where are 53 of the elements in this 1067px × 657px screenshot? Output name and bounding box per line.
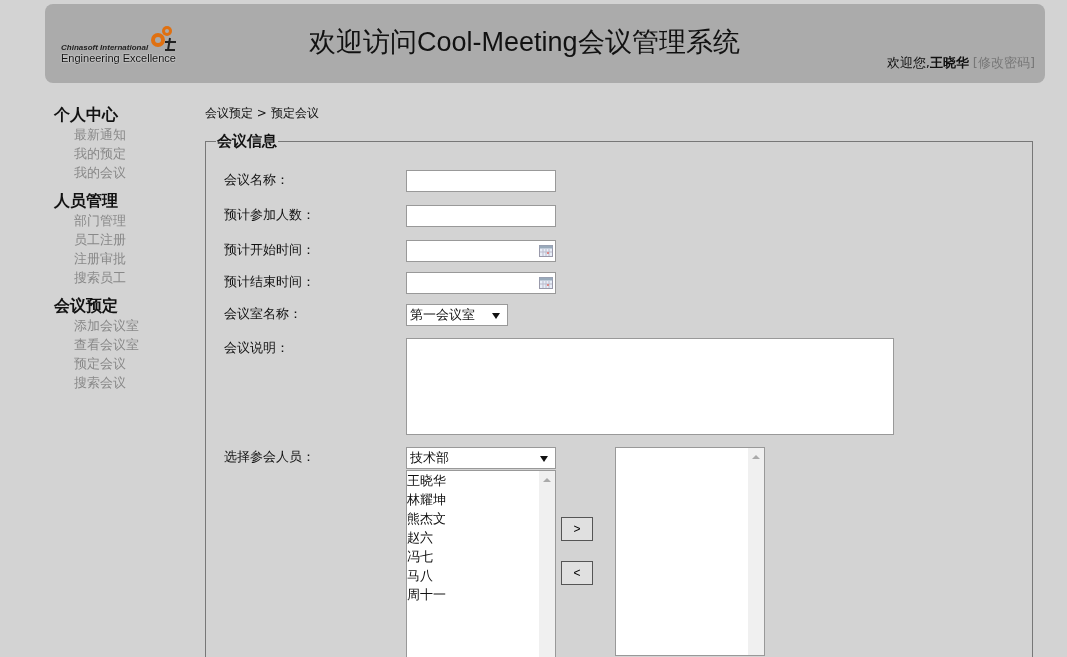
sidebar-heading: 会议预定 xyxy=(54,296,119,316)
field-label: 预计参加人数： xyxy=(224,206,316,224)
field-label: 会议室名称： xyxy=(224,305,303,323)
date-input[interactable] xyxy=(406,272,556,294)
field-label: 会议名称： xyxy=(224,171,290,189)
sidebar-link[interactable]: 注册审批 xyxy=(74,249,205,268)
calendar-icon[interactable] xyxy=(539,277,553,289)
scroll-up-icon[interactable] xyxy=(543,478,551,482)
calendar-icon[interactable] xyxy=(539,245,553,257)
sidebar-link[interactable]: 添加会议室 xyxy=(74,316,205,335)
room-select[interactable]: 第一会议室 xyxy=(406,304,508,326)
logo-text: Engineering Excellence xyxy=(61,51,177,64)
remove-button[interactable]: < xyxy=(561,561,593,585)
dropdown-arrow-icon xyxy=(540,456,548,462)
gear-logo-icon xyxy=(148,23,179,52)
sidebar-link[interactable]: 员工注册 xyxy=(74,230,205,249)
sidebar-heading: 人员管理 xyxy=(54,191,119,211)
user-name: 王晓华 xyxy=(929,55,969,70)
dropdown-arrow-icon xyxy=(492,313,500,319)
date-input[interactable] xyxy=(406,240,556,262)
employee-option[interactable]: 林耀坤 xyxy=(407,490,539,509)
sidebar-heading: 个人中心 xyxy=(54,105,119,125)
greeting-text: 欢迎您, xyxy=(886,55,930,70)
employee-option[interactable]: 周十一 xyxy=(407,585,539,604)
field-label: 选择参会人员： xyxy=(224,448,316,466)
scrollbar[interactable] xyxy=(748,448,764,655)
employee-option[interactable]: 王晓华 xyxy=(407,471,539,490)
scrollbar[interactable] xyxy=(539,471,555,657)
text-input[interactable] xyxy=(406,170,556,192)
sidebar-link[interactable]: 我的预定 xyxy=(74,144,205,163)
sidebar-link[interactable]: 搜索员工 xyxy=(74,268,205,287)
scroll-up-icon[interactable] xyxy=(752,455,760,459)
text-input[interactable] xyxy=(406,205,556,227)
employee-option[interactable]: 熊杰文 xyxy=(407,509,539,528)
employee-option[interactable]: 赵六 xyxy=(407,528,539,547)
sidebar-link[interactable]: 搜索会议 xyxy=(74,373,205,392)
breadcrumb: 会议预定 > 预定会议 xyxy=(205,105,320,121)
field-label: 预计结束时间： xyxy=(224,273,316,291)
logo-text: Chinasoft International xyxy=(61,42,149,52)
employee-option[interactable]: 冯七 xyxy=(407,547,539,566)
department-select[interactable]: 技术部 xyxy=(406,447,556,469)
description-textarea[interactable] xyxy=(406,338,894,435)
field-label: 预计开始时间： xyxy=(224,241,316,259)
sidebar-link[interactable]: 最新通知 xyxy=(74,125,205,144)
sidebar-link[interactable]: 部门管理 xyxy=(74,211,205,230)
sidebar-link[interactable]: 预定会议 xyxy=(74,354,205,373)
page-title: 欢迎访问Cool-Meeting会议管理系统 xyxy=(309,25,740,59)
employee-option[interactable]: 马八 xyxy=(407,566,539,585)
add-button[interactable]: > xyxy=(561,517,593,541)
field-label: 会议说明： xyxy=(224,339,290,357)
fieldset-legend: 会议信息 xyxy=(216,132,278,150)
sidebar-link[interactable]: 我的会议 xyxy=(74,163,205,182)
sidebar-link[interactable]: 查看会议室 xyxy=(74,335,205,354)
